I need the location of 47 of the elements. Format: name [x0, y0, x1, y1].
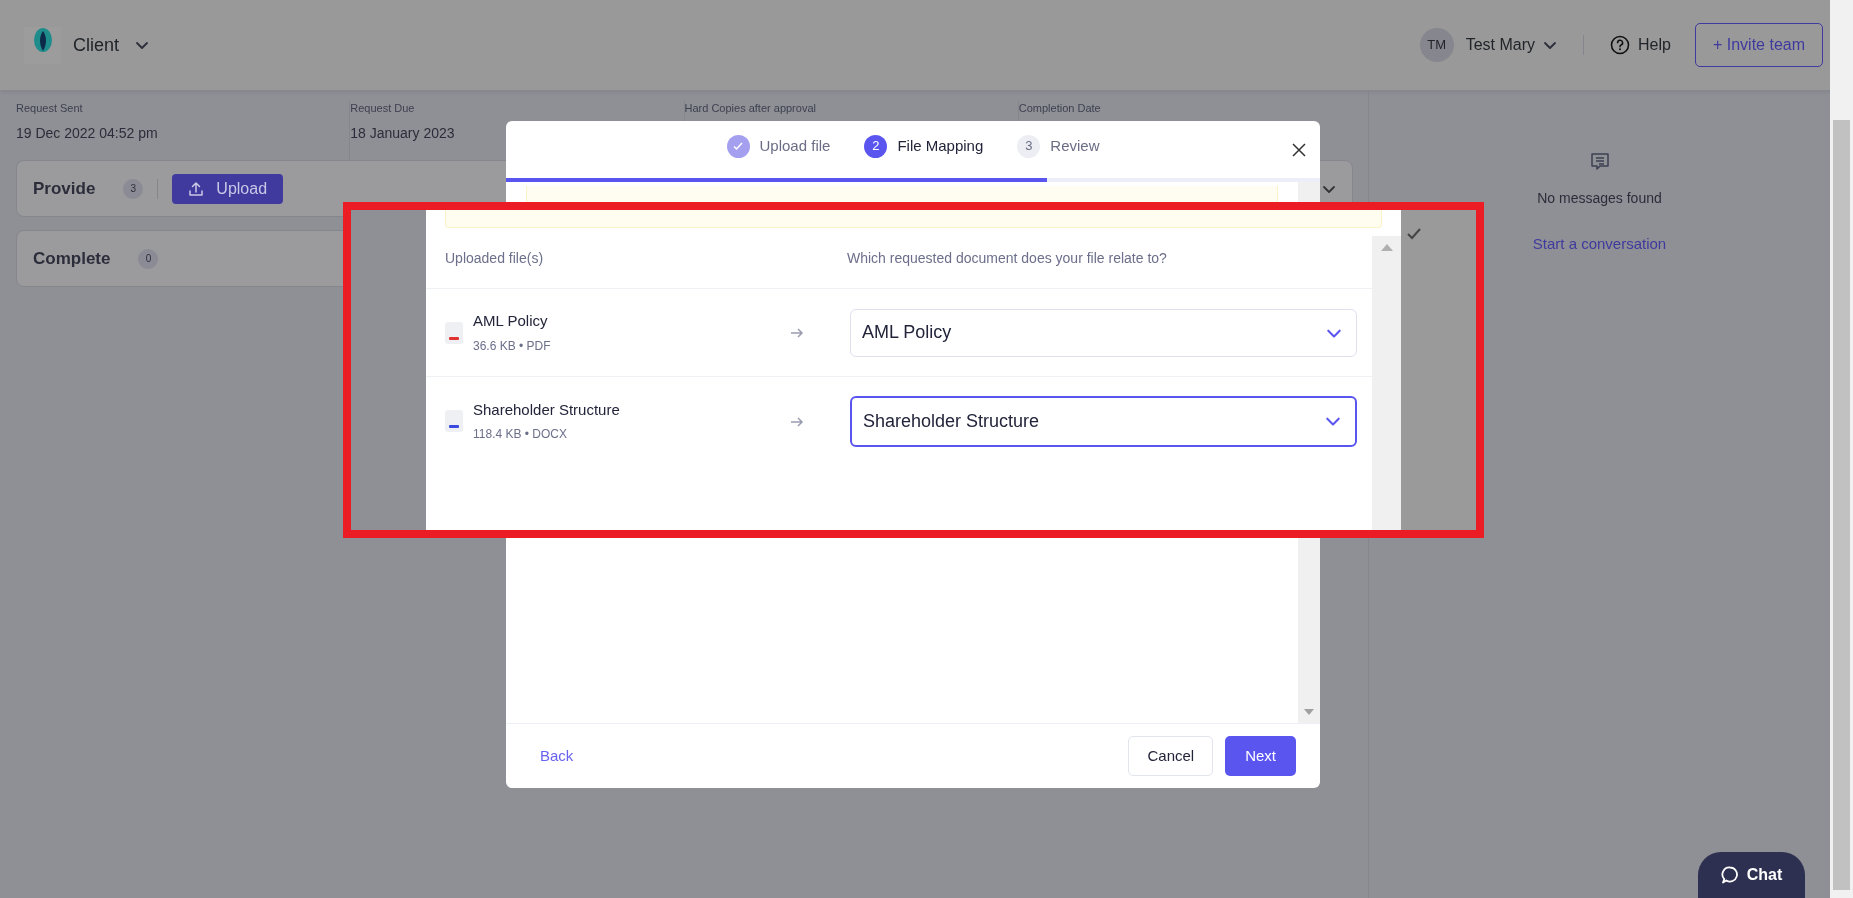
file-icon: [445, 321, 463, 344]
file-icon: [445, 410, 463, 432]
leaf-logo-icon: [31, 26, 54, 55]
invite-team-button[interactable]: + Invite team: [1694, 23, 1823, 67]
info-value: 19 Dec 2022 04:52 pm: [16, 123, 159, 143]
document-dropdown[interactable]: AML Policy: [850, 308, 1357, 357]
message-icon: [1589, 152, 1610, 172]
help-icon: [1610, 35, 1631, 55]
user-menu[interactable]: TM Test Mary: [1419, 28, 1558, 62]
wizard-step[interactable]: 3 Review: [1017, 134, 1100, 158]
close-icon: [1292, 142, 1306, 157]
avatar: TM: [1419, 28, 1454, 62]
arrow-right-icon: [790, 327, 804, 340]
check-icon: [732, 140, 744, 152]
arrow-right-icon: [790, 415, 804, 428]
info-label: Request Due: [350, 101, 416, 116]
section-title: Complete: [33, 247, 111, 270]
upload-icon: [188, 180, 205, 197]
chat-bubble-icon: [1720, 866, 1739, 884]
conversation-link[interactable]: Start a conversation: [1532, 233, 1667, 256]
file-name: AML Policy: [473, 311, 549, 332]
chat-button[interactable]: Chat: [1698, 852, 1805, 898]
check-icon: [1407, 228, 1421, 240]
count-badge: 0: [138, 248, 159, 269]
app-switcher[interactable]: Client: [73, 31, 150, 59]
section-title: Provide: [33, 177, 96, 200]
help-link[interactable]: Help: [1610, 33, 1671, 57]
wizard-step[interactable]: 2 File Mapping: [864, 134, 984, 158]
file-name: Shareholder Structure: [473, 399, 620, 420]
column-header: Uploaded file(s): [445, 248, 545, 268]
step-number: 2: [864, 134, 888, 158]
document-dropdown[interactable]: Shareholder Structure: [850, 395, 1357, 447]
wizard-step[interactable]: Upload file: [726, 134, 831, 158]
info-value: 18 January 2023: [350, 123, 456, 143]
cancel-button[interactable]: Cancel: [1128, 736, 1214, 776]
file-meta: 36.6 KB • PDF: [473, 337, 551, 355]
next-button[interactable]: Next: [1225, 736, 1296, 776]
info-label: Completion Date: [1018, 101, 1102, 116]
info-label: Hard Copies after approval: [684, 101, 817, 116]
info-label: Request Sent: [16, 101, 84, 116]
back-button[interactable]: Back: [528, 740, 586, 772]
count-badge: 3: [123, 178, 144, 199]
empty-message: No messages found: [1537, 189, 1662, 208]
column-header: Which requested document does your file relate to?: [847, 248, 1167, 268]
step-number: 3: [1017, 134, 1041, 158]
file-meta: 118.4 KB • DOCX: [473, 426, 569, 444]
upload-button[interactable]: Upload: [172, 173, 284, 204]
